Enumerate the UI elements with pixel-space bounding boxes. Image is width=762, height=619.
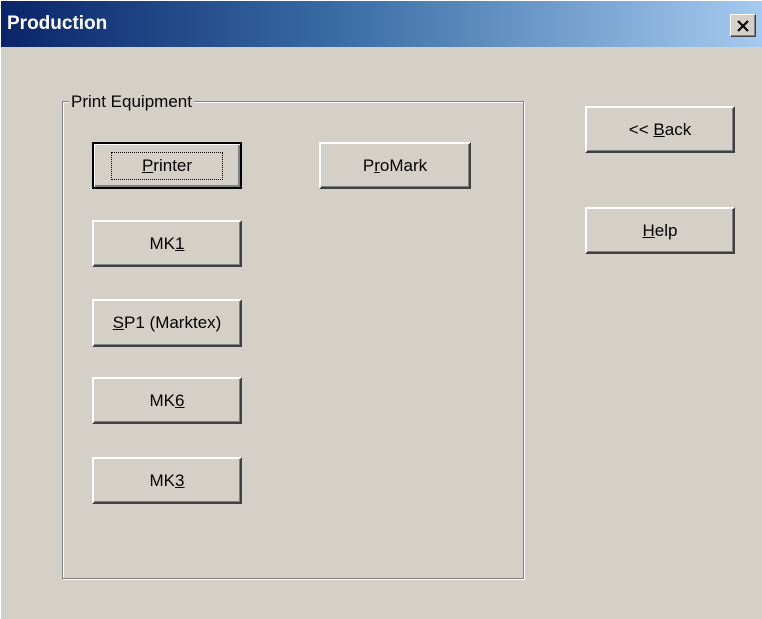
close-icon [737,19,749,32]
mk6-button[interactable]: MK6 [92,377,242,424]
close-button[interactable] [730,14,756,37]
mk3-label: MK3 [149,470,185,490]
printer-button[interactable]: Printer [92,142,242,189]
title-bar: Production [1,1,762,47]
mk3-button[interactable]: MK3 [92,457,242,504]
sp1-label: SP1 (Marktex) [112,313,222,332]
window-title: Production [7,13,108,34]
mk1-button[interactable]: MK1 [92,220,242,267]
sp1-marktex-button[interactable]: SP1 (Marktex) [92,299,242,347]
back-label: << Back [628,119,692,139]
mk6-label: MK6 [149,390,185,410]
focus-rect: Printer [110,151,224,180]
production-dialog: Production Print Equipment Printer ProMa… [0,0,762,619]
promark-label: ProMark [362,155,428,175]
back-button[interactable]: << Back [585,106,735,153]
mk1-label: MK1 [149,233,185,253]
promark-button[interactable]: ProMark [319,142,471,189]
help-label: Help [642,220,678,240]
help-button[interactable]: Help [585,207,735,254]
group-legend: Print Equipment [69,92,194,112]
